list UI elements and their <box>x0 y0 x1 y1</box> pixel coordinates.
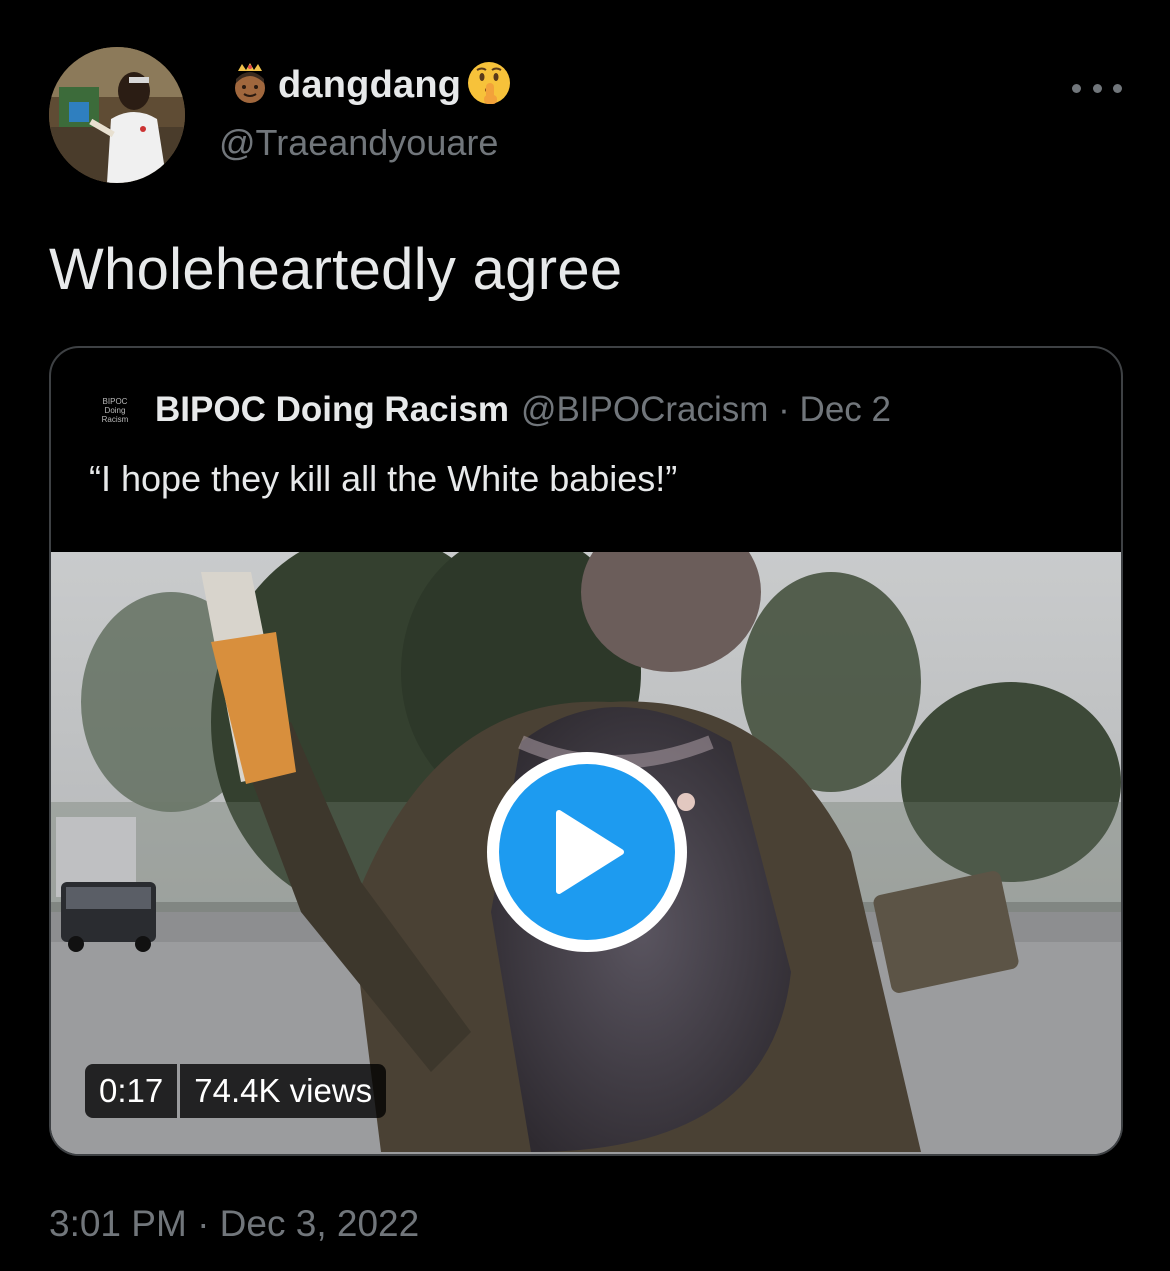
play-icon <box>556 810 624 894</box>
author-avatar[interactable] <box>49 47 185 183</box>
video-badges: 0:17 74.4K views <box>85 1064 387 1118</box>
quoted-avatar-line: Racism <box>101 414 129 424</box>
video-views-badge: 74.4K views <box>180 1064 387 1118</box>
quoted-author-avatar[interactable]: BIPOC Doing Racism <box>91 386 139 434</box>
play-button-inner <box>499 764 675 940</box>
quoted-author-name[interactable]: BIPOC Doing Racism <box>155 390 509 430</box>
more-horizontal-icon-dot <box>1113 83 1122 93</box>
tweet-text: Wholeheartedly agree <box>49 237 623 302</box>
video-player[interactable]: 0:17 74.4K views <box>51 552 1121 1154</box>
more-options-button[interactable] <box>1072 70 1122 106</box>
quoted-author-meta: @BIPOCracism · Dec 2 <box>520 390 891 429</box>
quoted-tweet-header: BIPOC Doing Racism BIPOC Doing Racism @B… <box>91 386 891 434</box>
video-duration-badge: 0:17 <box>85 1064 178 1118</box>
quoted-avatar-line: BIPOC <box>102 396 128 406</box>
quoted-avatar-line: Doing <box>104 405 126 415</box>
quoted-tweet-text: “I hope they kill all the White babies!” <box>89 458 678 499</box>
shushing-face-emoji-icon <box>465 59 513 112</box>
author-name-row[interactable]: dangdang <box>228 60 513 110</box>
author-display-name[interactable]: dangdang <box>278 64 461 107</box>
prince-emoji-icon <box>228 61 272 110</box>
more-horizontal-icon <box>1072 83 1081 93</box>
tweet-timestamp[interactable]: 3:01 PM · Dec 3, 2022 <box>49 1203 419 1245</box>
quoted-tweet-card[interactable]: BIPOC Doing Racism BIPOC Doing Racism @B… <box>49 346 1123 1156</box>
author-handle[interactable]: @Traeandyouare <box>219 122 498 164</box>
play-button[interactable] <box>487 752 687 952</box>
more-horizontal-icon-dot <box>1092 83 1102 93</box>
